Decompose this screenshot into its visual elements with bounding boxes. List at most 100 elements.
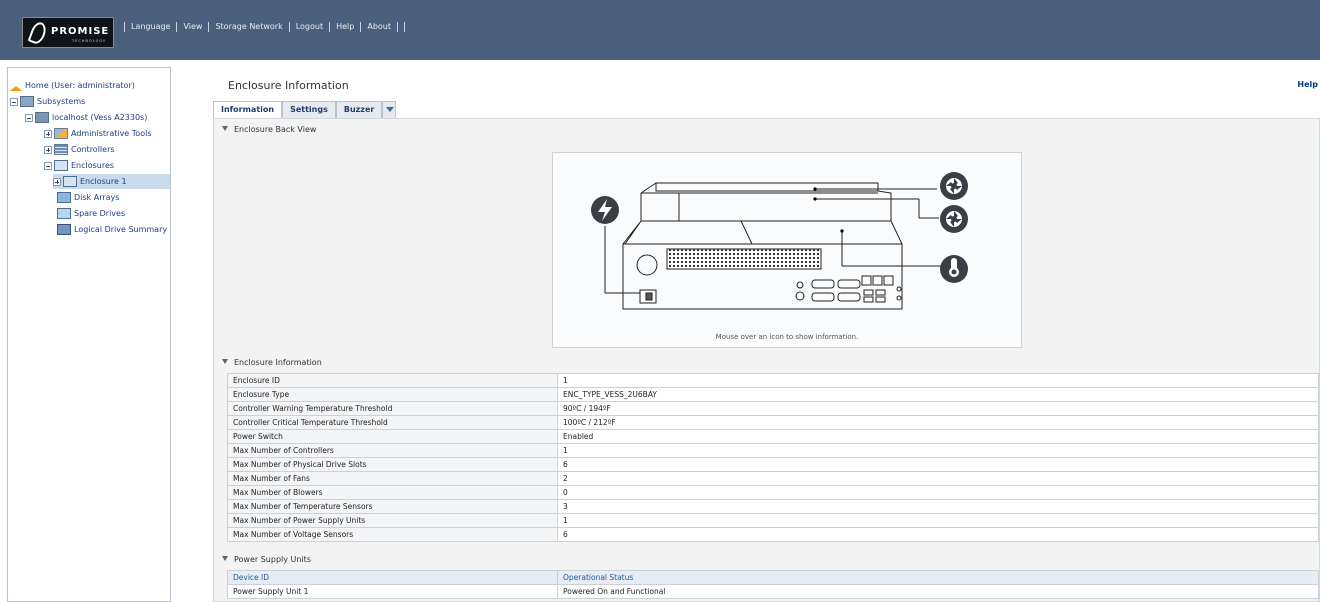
tree-localhost[interactable]: localhost (Vess A2330s) [25,110,147,125]
home-icon [10,81,22,91]
table-cell: Max Number of Power Supply Units [227,513,558,528]
server-icon [35,112,49,123]
app-header: PROMISE TECHNOLOGY Language View Storage… [0,0,1320,60]
tab-bar: Information Settings Buzzer [213,101,397,118]
table-cell: Enclosure ID [227,373,558,388]
nav-logout[interactable]: Logout [288,22,329,32]
table-cell: Enabled [557,429,1319,444]
table-cell: Max Number of Fans [227,471,558,486]
logical-drive-icon [57,224,71,235]
tree-subsystems-label: Subsystems [37,97,86,106]
table-row: Max Number of Controllers 1 [227,443,1319,458]
table-cell: Max Number of Voltage Sensors [227,527,558,542]
nav-about[interactable]: About [360,22,397,32]
nav-separator [397,22,406,32]
enclosure-icon [54,160,68,171]
expand-icon[interactable] [44,129,52,138]
tree-subsystems[interactable]: Subsystems [10,94,85,109]
table-cell: 6 [557,527,1319,542]
table-cell: Enclosure Type [227,387,558,402]
spare-drive-icon [57,208,71,219]
table-row: Power Switch Enabled [227,429,1319,444]
nav-view[interactable]: View [176,22,208,32]
tree-home-label: Home (User: administrator) [25,81,135,90]
expand-icon[interactable] [53,177,61,186]
promise-logo-mark [27,20,49,46]
table-cell: Max Number of Controllers [227,443,558,458]
tree-administrative-tools[interactable]: Administrative Tools [44,126,151,141]
table-cell: Max Number of Blowers [227,485,558,500]
table-cell: 1 [557,513,1319,528]
tree-logical-drive-summary[interactable]: Logical Drive Summary [57,222,167,237]
section-enclosure-back-view[interactable]: Enclosure Back View [215,123,1319,137]
tree-localhost-label: localhost (Vess A2330s) [52,113,148,122]
tree-disk-arrays-label: Disk Arrays [74,193,120,202]
section-power-supply-units[interactable]: Power Supply Units [215,553,1319,567]
table-row: Max Number of Voltage Sensors 6 [227,527,1319,542]
section-enclosure-information[interactable]: Enclosure Information [215,356,1319,370]
tree-enclosure-1[interactable]: Enclosure 1 [53,174,170,189]
table-row: Max Number of Physical Drive Slots 6 [227,457,1319,472]
table-row: Max Number of Temperature Sensors 3 [227,499,1319,514]
table-row: Max Number of Fans 2 [227,471,1319,486]
table-row: Max Number of Power Supply Units 1 [227,513,1319,528]
tree-spare-drives[interactable]: Spare Drives [57,206,125,221]
tree-controllers[interactable]: Controllers [44,142,115,157]
table-cell: Powered On and Functional [557,584,1319,599]
tree-home[interactable]: Home (User: administrator) [10,78,135,93]
table-row: Max Number of Blowers 0 [227,485,1319,500]
table-cell: 2 [557,471,1319,486]
tree-spare-drives-label: Spare Drives [74,209,126,218]
table-cell: 3 [557,499,1319,514]
collapse-icon[interactable] [25,113,33,122]
table-cell: 6 [557,457,1319,472]
table-cell: 1 [557,443,1319,458]
table-row: Power Supply Unit 1 Powered On and Funct… [227,584,1319,599]
table-cell: Power Supply Unit 1 [227,584,558,599]
tab-settings[interactable]: Settings [282,101,336,118]
collapse-icon[interactable] [44,161,52,170]
enclosure-back-svg [591,172,968,310]
tab-buzzer[interactable]: Buzzer [335,101,383,118]
tree-controllers-label: Controllers [71,145,115,154]
promise-logo[interactable]: PROMISE TECHNOLOGY [22,17,114,48]
tree-disk-arrays[interactable]: Disk Arrays [57,190,119,205]
column-header-operational-status: Operational Status [557,570,1319,585]
table-header-row: Device ID Operational Status [227,570,1319,585]
tab-dropdown-icon[interactable] [382,101,397,118]
enclosure-information-table: Enclosure ID 1 Enclosure Type ENC_TYPE_VES… [227,373,1319,542]
tree-enclosure-1-label: Enclosure 1 [80,177,127,186]
collapse-icon[interactable] [10,97,18,106]
page-title: Enclosure Information [228,79,349,92]
tree-logical-drive-summary-label: Logical Drive Summary [74,225,168,234]
disk-array-icon [57,192,71,203]
help-link[interactable]: Help [1297,80,1318,89]
power-supply-table: Device ID Operational Status Power Suppl… [227,570,1319,599]
nav-language[interactable]: Language [124,22,176,32]
table-cell: Max Number of Physical Drive Slots [227,457,558,472]
table-row: Controller Critical Temperature Threshol… [227,415,1319,430]
expand-icon[interactable] [44,145,52,154]
nav-help[interactable]: Help [329,22,360,32]
table-cell: ENC_TYPE_VESS_2U6BAY [557,387,1319,402]
table-cell: 100ºC / 212ºF [557,415,1319,430]
column-header-device-id: Device ID [227,570,558,585]
table-cell: Power Switch [227,429,558,444]
table-row: Enclosure Type ENC_TYPE_VESS_2U6BAY [227,387,1319,402]
table-cell: 90ºC / 194ºF [557,401,1319,416]
enclosure-icon [63,176,77,187]
table-row: Controller Warning Temperature Threshold… [227,401,1319,416]
logo-name: PROMISE [51,26,110,37]
table-row: Enclosure ID 1 [227,373,1319,388]
tab-information[interactable]: Information [213,101,283,118]
tree-enclosures[interactable]: Enclosures [44,158,114,173]
table-cell: Max Number of Temperature Sensors [227,499,558,514]
table-cell: Controller Critical Temperature Threshol… [227,415,558,430]
controller-icon [54,144,68,155]
logo-subtitle: TECHNOLOGY [72,39,107,43]
back-view-message: Mouse over an icon to show information. [715,333,859,341]
enclosure-diagram [553,153,1021,347]
table-cell: 0 [557,485,1319,500]
table-cell: 1 [557,373,1319,388]
nav-storage-network[interactable]: Storage Network [208,22,288,32]
